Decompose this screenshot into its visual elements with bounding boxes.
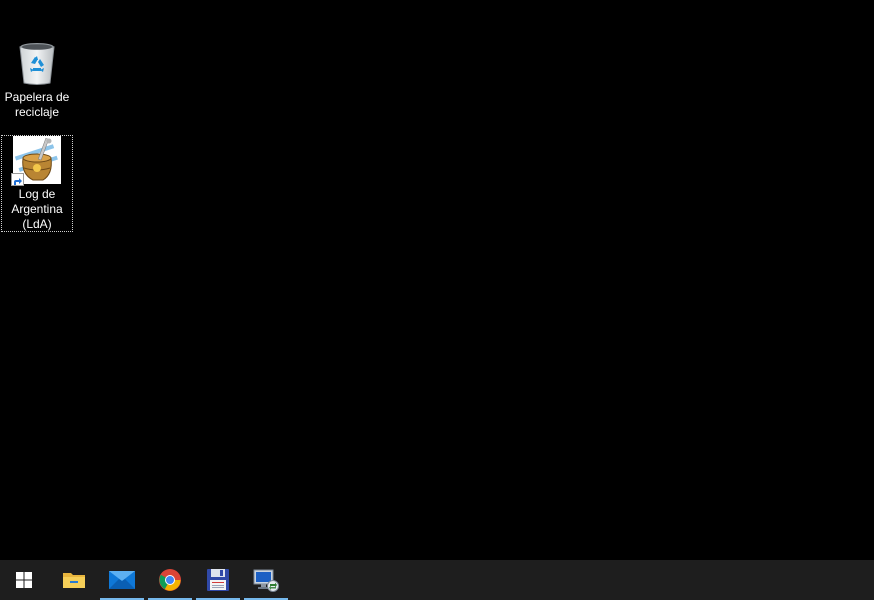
- chrome-icon: [159, 569, 181, 591]
- taskbar-remote-desktop-button[interactable]: [242, 560, 290, 600]
- desktop-icon-label: Log de Argentina (LdA): [11, 187, 63, 231]
- start-button[interactable]: [0, 560, 48, 600]
- desktop-icon-label: Papelera de reciclaje: [4, 90, 70, 119]
- taskbar-floppy-app-button[interactable]: [194, 560, 242, 600]
- desktop-icon-log-de-argentina[interactable]: Log de Argentina (LdA): [1, 135, 73, 232]
- taskbar-mail-button[interactable]: [98, 560, 146, 600]
- remote-desktop-icon: [253, 569, 279, 592]
- shortcut-arrow-icon: [11, 173, 24, 186]
- desktop: Papelera de reciclaje Log de Argentina (…: [0, 0, 874, 560]
- windows-start-icon: [16, 572, 32, 588]
- file-explorer-icon: [63, 573, 85, 588]
- taskbar-file-explorer-button[interactable]: [50, 560, 98, 600]
- taskbar: [0, 560, 874, 600]
- recycle-bin-icon: [13, 39, 61, 87]
- log-de-argentina-icon: [11, 136, 61, 186]
- mail-icon: [109, 571, 135, 589]
- floppy-disk-icon: [207, 569, 229, 591]
- desktop-icon-recycle-bin[interactable]: Papelera de reciclaje: [1, 37, 73, 121]
- taskbar-chrome-button[interactable]: [146, 560, 194, 600]
